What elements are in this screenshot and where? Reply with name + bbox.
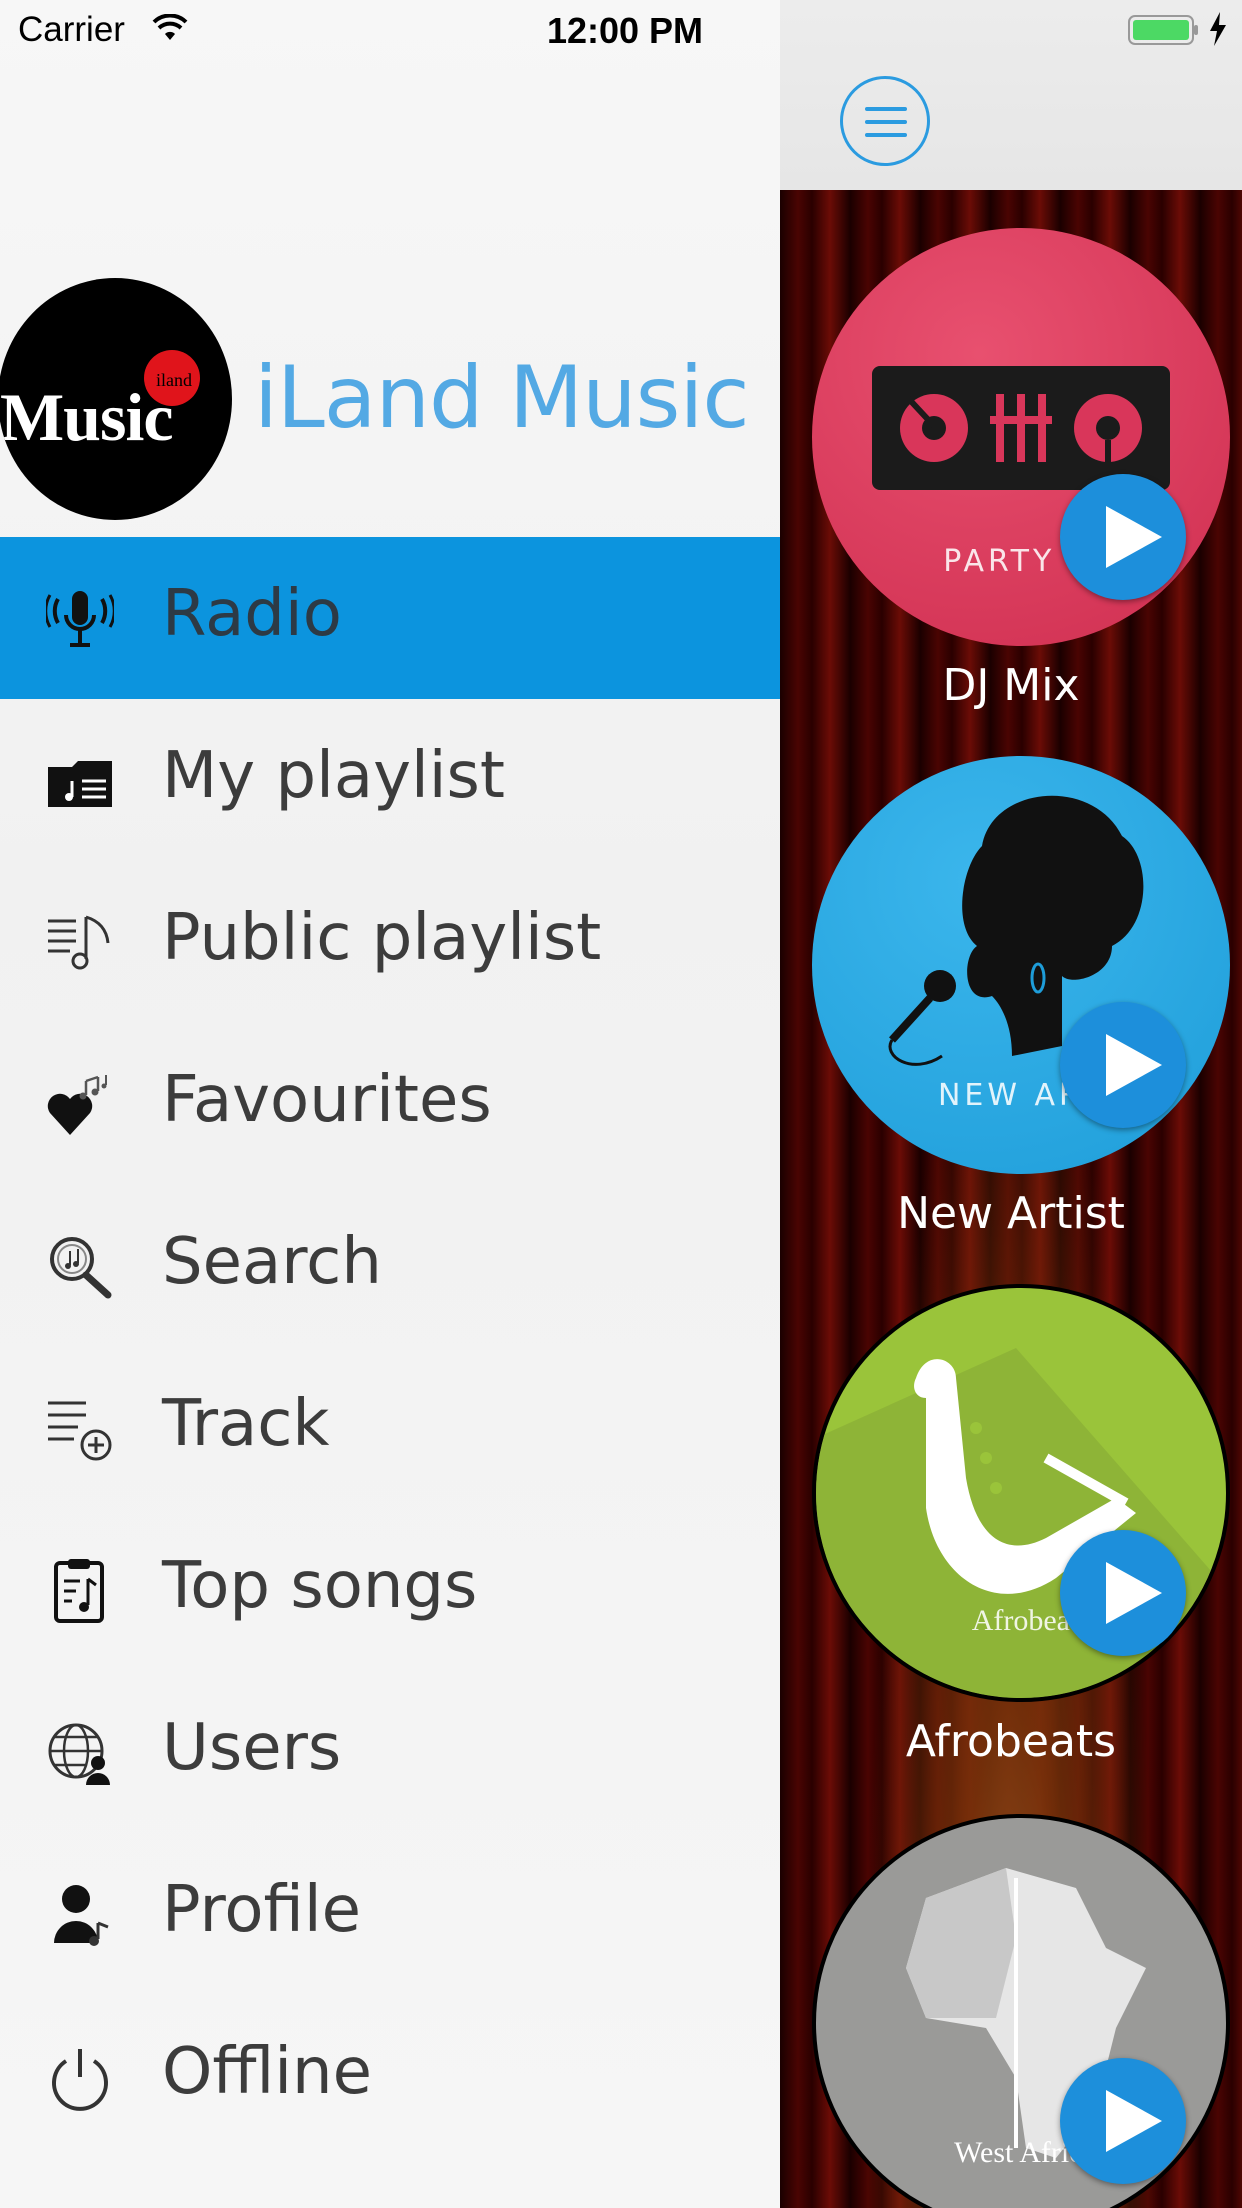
menu-label-my-playlist: My playlist <box>162 739 505 813</box>
battery-icon <box>1128 14 1200 51</box>
menu-item-top-songs[interactable]: Top songs <box>0 1509 780 1671</box>
app-logo: iland Music <box>0 278 232 520</box>
menu-label-users: Users <box>162 1711 342 1785</box>
channel-caption-afrobeats: Afrobeats <box>905 1716 1117 1767</box>
menu-item-favourites[interactable]: Favourites <box>0 1023 780 1185</box>
logo-word: Music <box>0 379 174 455</box>
channel-art-afrobeats[interactable]: Afrobeat <box>812 1284 1230 1702</box>
play-button-west-africa[interactable] <box>1060 2058 1186 2184</box>
menu-label-offline: Offline <box>162 2035 372 2109</box>
channel-caption-dj-mix: DJ Mix <box>942 660 1080 711</box>
globe-user-icon <box>46 1719 114 1787</box>
menu-label-top-songs: Top songs <box>162 1549 478 1623</box>
menu-item-search[interactable]: Search <box>0 1185 780 1347</box>
menu-item-radio[interactable]: Radio <box>0 537 780 699</box>
drawer-menu: Radio My playlist Public playlist Favour… <box>0 537 780 2157</box>
power-icon <box>46 2043 114 2111</box>
channel-list: PARTY M DJ Mix NEW ART New Artist Afrobe… <box>780 190 1242 2208</box>
menu-label-favourites: Favourites <box>162 1063 492 1137</box>
channel-art-dj-mix[interactable]: PARTY M <box>812 228 1230 646</box>
play-button-dj-mix[interactable] <box>1060 474 1186 600</box>
menu-item-users[interactable]: Users <box>0 1671 780 1833</box>
menu-label-search: Search <box>162 1225 382 1299</box>
clock: 12:00 PM <box>546 10 704 51</box>
menu-item-track[interactable]: Track <box>0 1347 780 1509</box>
turntable-icon <box>872 366 1170 490</box>
play-button-afrobeats[interactable] <box>1060 1530 1186 1656</box>
track-add-icon <box>46 1395 114 1463</box>
menu-item-offline[interactable]: Offline <box>0 1995 780 2157</box>
heart-note-icon <box>46 1071 114 1139</box>
menu-label-profile: Profile <box>162 1873 361 1947</box>
playlist-note-icon <box>46 909 114 977</box>
menu-item-public-playlist[interactable]: Public playlist <box>0 861 780 1023</box>
menu-item-my-playlist[interactable]: My playlist <box>0 699 780 861</box>
app-name: iLand Music <box>254 348 750 448</box>
side-drawer: iland Music iLand Music Radio My playlis… <box>0 0 780 2208</box>
menu-label-public-playlist: Public playlist <box>162 901 602 975</box>
music-folder-icon <box>46 747 114 815</box>
hamburger-menu-button[interactable] <box>840 76 930 166</box>
profile-note-icon <box>46 1881 114 1949</box>
clipboard-note-icon <box>46 1557 114 1625</box>
search-music-icon <box>46 1233 114 1301</box>
charging-icon <box>1208 12 1228 51</box>
radio-mic-icon <box>44 585 116 653</box>
channel-caption-new-artist: New Artist <box>897 1188 1125 1239</box>
menu-item-profile[interactable]: Profile <box>0 1833 780 1995</box>
channel-art-new-artist[interactable]: NEW ART <box>812 756 1230 1174</box>
play-button-new-artist[interactable] <box>1060 1002 1186 1128</box>
menu-label-radio: Radio <box>162 577 342 651</box>
status-bar: Carrier 12:00 PM <box>0 0 1242 60</box>
menu-label-track: Track <box>162 1387 330 1461</box>
